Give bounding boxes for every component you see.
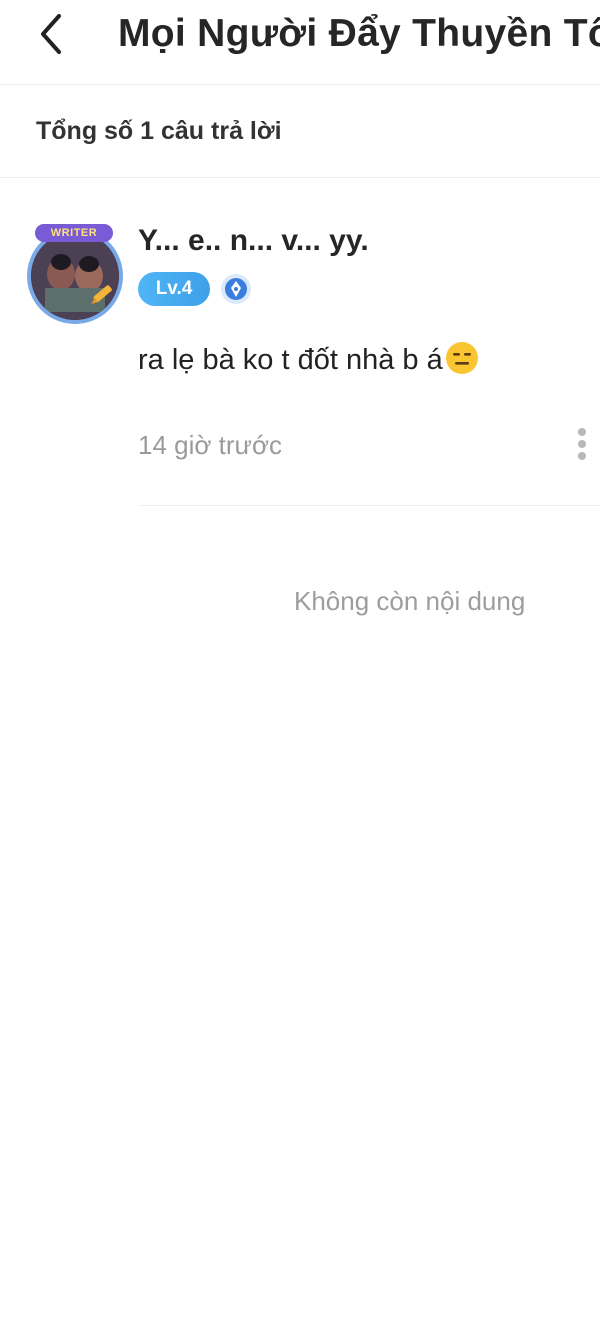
more-vertical-icon[interactable]	[568, 424, 596, 464]
end-of-list-label: Không còn nội dung	[294, 586, 526, 616]
comment-item: WRITER Y... e.. n... v... yy. Lv.4 ra lẹ…	[0, 178, 600, 508]
pen-nib-icon	[221, 274, 251, 304]
page-title: Mọi Người Đẩy Thuyền Tô	[118, 12, 600, 55]
pencil-icon	[91, 285, 112, 304]
comment-divider	[138, 505, 600, 506]
answer-count-bar: Tổng số 1 câu trả lời	[0, 85, 600, 178]
top-app-bar: Mọi Người Đẩy Thuyền Tô	[0, 0, 600, 85]
avatar[interactable]: WRITER	[27, 224, 123, 324]
chevron-left-icon	[41, 14, 61, 54]
writer-frame-badge: WRITER	[35, 224, 113, 242]
comment-text-content: ra lẹ bà ko t đốt nhà b á	[138, 344, 443, 376]
comment-text: ra lẹ bà ko t đốt nhà b á	[138, 341, 479, 377]
comment-timestamp: 14 giờ trước	[138, 430, 282, 460]
comment-username[interactable]: Y... e.. n... v... yy.	[138, 224, 369, 258]
level-badge: Lv.4	[138, 272, 210, 306]
expressionless-face-icon	[445, 342, 478, 374]
back-button[interactable]	[30, 10, 70, 58]
answer-count-label: Tổng số 1 câu trả lời	[36, 117, 282, 145]
